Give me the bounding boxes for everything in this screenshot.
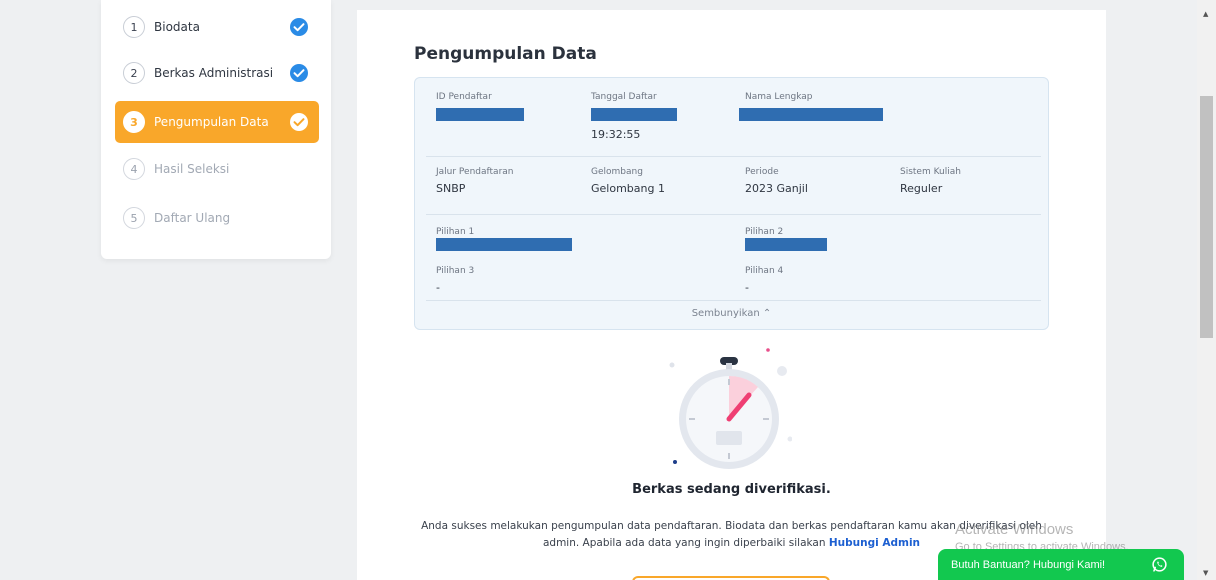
step-biodata[interactable]: 1 Biodata — [115, 6, 319, 48]
status-title: Berkas sedang diverifikasi. — [632, 482, 831, 497]
field-label: Gelombang — [591, 167, 643, 177]
whatsapp-icon — [1152, 557, 1167, 572]
step-daftar-ulang[interactable]: 5 Daftar Ulang — [115, 197, 319, 239]
field-value: - — [436, 281, 440, 294]
step-label: Hasil Seleksi — [154, 162, 230, 176]
step-label: Berkas Administrasi — [154, 66, 274, 80]
field-value: SNBP — [436, 182, 466, 195]
field-label: ID Pendaftar — [436, 92, 492, 102]
field-value: 2023 Ganjil — [745, 182, 808, 195]
registration-info-box: ID Pendaftar Tanggal Daftar 19:32:55 Nam… — [414, 77, 1049, 330]
step-pengumpulan-data[interactable]: 3 Pengumpulan Data — [115, 101, 319, 143]
step-hasil-seleksi[interactable]: 4 Hasil Seleksi — [115, 148, 319, 190]
field-label: Periode — [745, 167, 779, 177]
field-value: Gelombang 1 — [591, 182, 665, 195]
scroll-down-arrow-icon[interactable]: ▼ — [1203, 569, 1208, 577]
step-number: 1 — [123, 16, 145, 38]
watermark-line-1: Activate Windows — [955, 521, 1074, 538]
redacted-pilihan-1-value — [436, 238, 572, 251]
divider — [426, 156, 1041, 157]
step-number: 5 — [123, 207, 145, 229]
action-button[interactable] — [632, 576, 830, 580]
redacted-date-value — [591, 108, 677, 121]
field-value: - — [745, 281, 749, 294]
scrollbar[interactable]: ▲ ▼ — [1197, 0, 1216, 580]
field-tanggal-time: 19:32:55 — [591, 123, 640, 141]
status-description: Anda sukses melakukan pengumpulan data p… — [417, 518, 1046, 552]
field-label: Tanggal Daftar — [591, 92, 657, 102]
divider — [426, 300, 1041, 301]
field-id-pendaftar: ID Pendaftar — [436, 92, 492, 102]
step-number: 2 — [123, 62, 145, 84]
field-pilihan-4: Pilihan 4 - — [745, 266, 783, 294]
step-berkas-administrasi[interactable]: 2 Berkas Administrasi — [115, 52, 319, 94]
check-circle-outline-icon — [290, 113, 308, 131]
step-label: Biodata — [154, 20, 200, 34]
field-label: Pilihan 1 — [436, 227, 475, 237]
field-jalur-pendaftaran: Jalur Pendaftaran SNBP — [436, 167, 513, 195]
redacted-pilihan-2-value — [745, 238, 827, 251]
stopwatch-icon — [669, 348, 792, 469]
field-label: Pilihan 3 — [436, 266, 475, 276]
field-pilihan-2: Pilihan 2 — [745, 227, 783, 237]
field-label: Jalur Pendaftaran — [436, 167, 514, 177]
field-tanggal-daftar: Tanggal Daftar — [591, 92, 657, 102]
field-label: Pilihan 2 — [745, 227, 784, 237]
status-description-text: Anda sukses melakukan pengumpulan data p… — [421, 520, 1042, 549]
help-button-label: Butuh Bantuan? Hubungi Kami! — [951, 558, 1106, 571]
registration-stepper: 1 Biodata 2 Berkas Administrasi 3 Pengum… — [101, 0, 331, 259]
field-value: 19:32:55 — [591, 128, 641, 141]
divider — [426, 214, 1041, 215]
field-pilihan-3: Pilihan 3 - — [436, 266, 474, 294]
whatsapp-help-button[interactable]: Butuh Bantuan? Hubungi Kami! — [938, 549, 1184, 580]
field-pilihan-1: Pilihan 1 — [436, 227, 474, 237]
contact-admin-link[interactable]: Hubungi Admin — [829, 537, 920, 549]
hide-details-toggle[interactable]: Sembunyikan ⌃ — [415, 308, 1048, 319]
step-number: 3 — [123, 111, 145, 133]
field-value: Reguler — [900, 182, 943, 195]
field-sistem-kuliah: Sistem Kuliah Reguler — [900, 167, 961, 195]
field-periode: Periode 2023 Ganjil — [745, 167, 808, 195]
page-title: Pengumpulan Data — [414, 44, 597, 64]
step-label: Pengumpulan Data — [154, 115, 269, 129]
field-label: Nama Lengkap — [745, 92, 813, 102]
redacted-name-value — [739, 108, 883, 121]
redacted-id-value — [436, 108, 524, 121]
field-label: Sistem Kuliah — [900, 167, 961, 177]
step-number: 4 — [123, 158, 145, 180]
field-nama-lengkap: Nama Lengkap — [745, 92, 812, 102]
step-label: Daftar Ulang — [154, 211, 231, 225]
check-circle-icon — [290, 64, 308, 82]
field-label: Pilihan 4 — [745, 266, 784, 276]
scroll-up-arrow-icon[interactable]: ▲ — [1203, 10, 1208, 18]
scrollbar-thumb[interactable] — [1200, 96, 1213, 338]
check-circle-icon — [290, 18, 308, 36]
main-content-card: Pengumpulan Data ID Pendaftar Tanggal Da… — [357, 10, 1106, 580]
field-gelombang: Gelombang Gelombang 1 — [591, 167, 665, 195]
